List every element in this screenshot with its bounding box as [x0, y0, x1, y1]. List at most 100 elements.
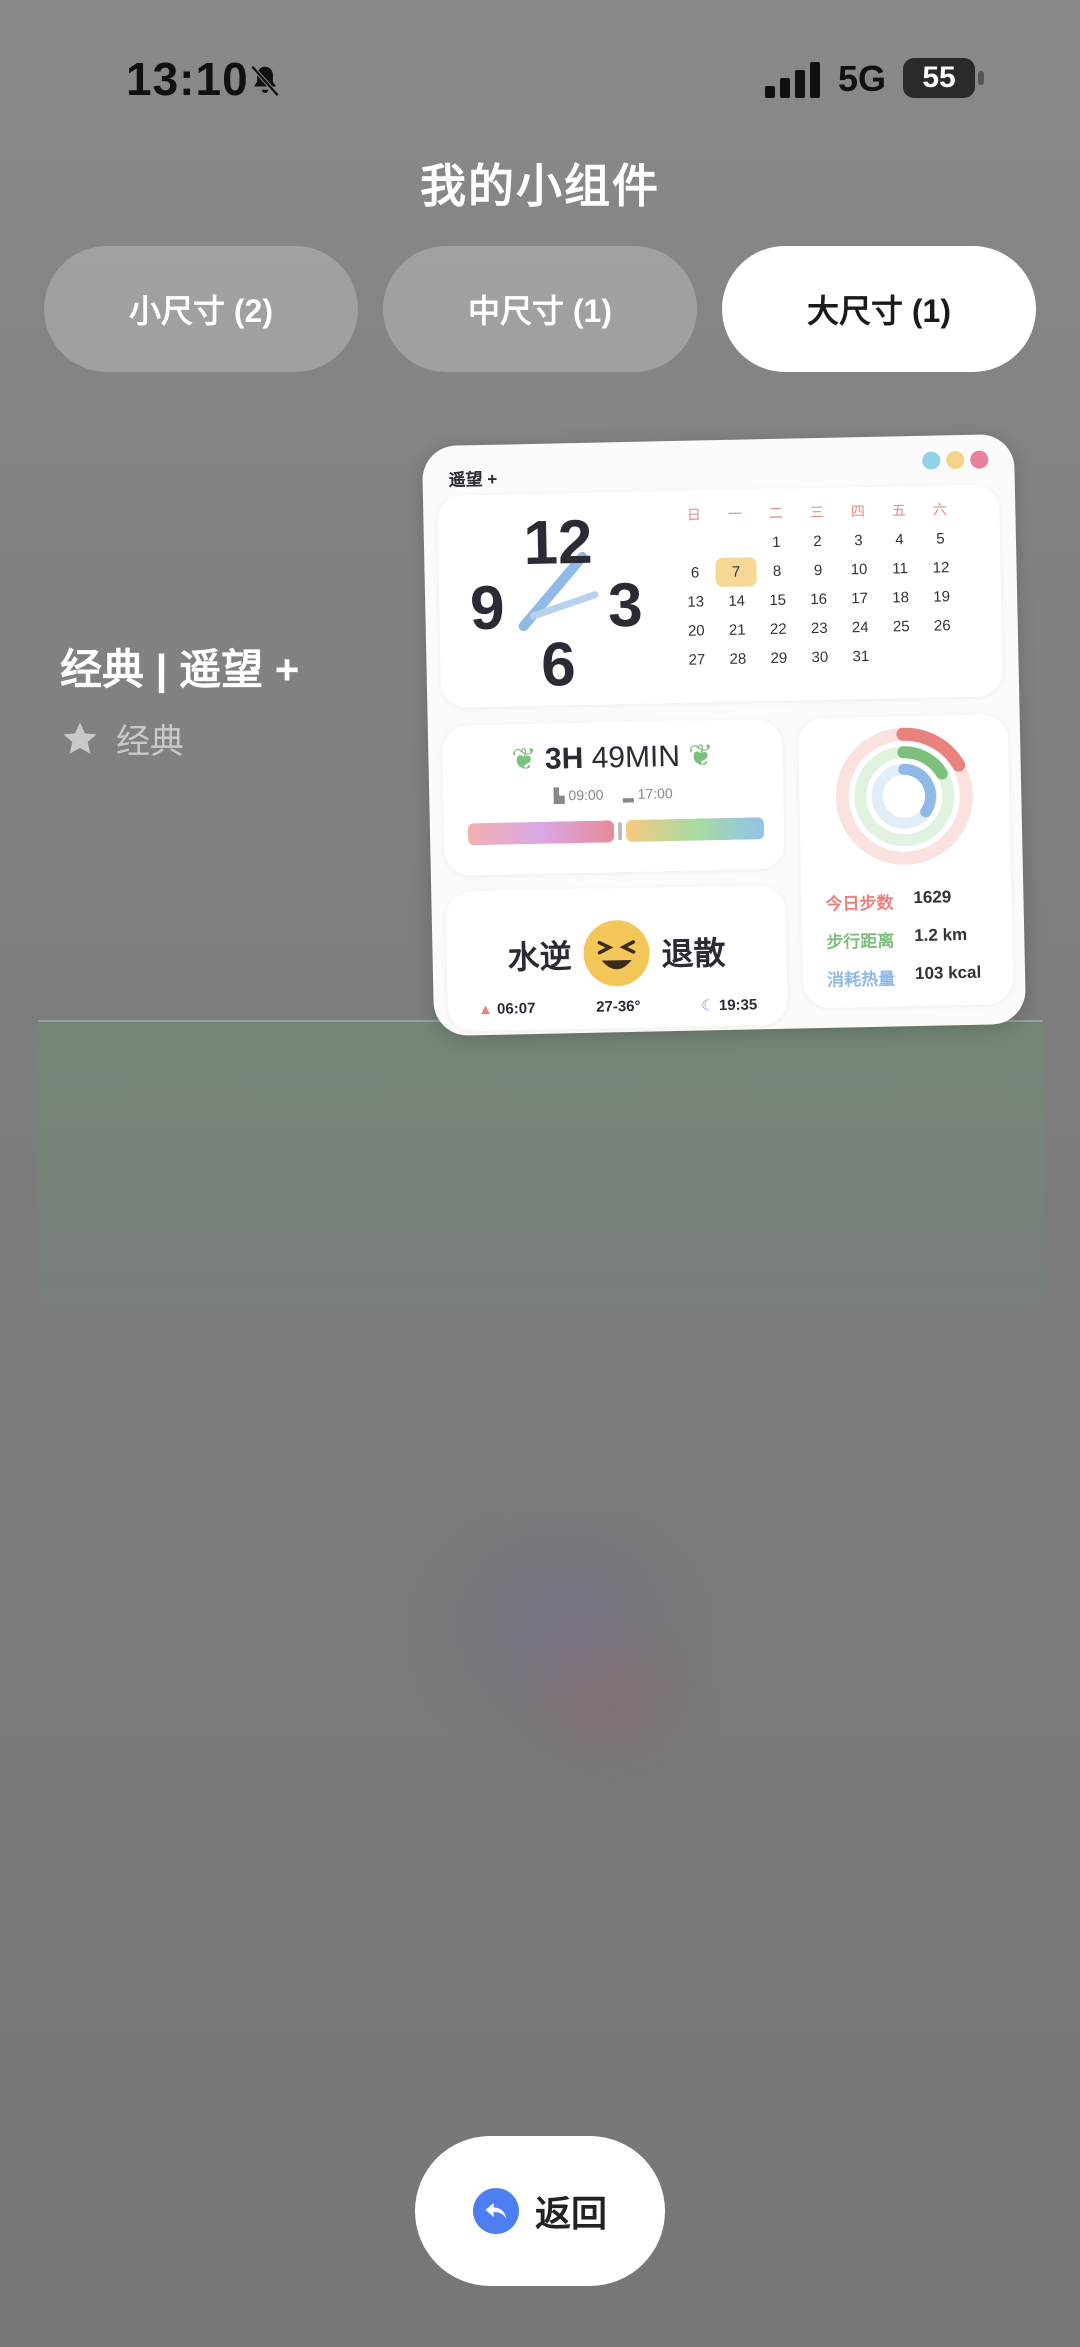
duration-value: ❦ 3H 49MIN ❦	[442, 737, 783, 779]
battery-level: 55	[922, 61, 956, 94]
duration-progress-bar	[467, 817, 765, 846]
calendar-day: 21	[728, 621, 746, 639]
stat-calories-value: 103 kcal	[914, 962, 982, 984]
calendar-day: 28	[729, 650, 747, 668]
dot-pink	[970, 450, 989, 469]
back-button[interactable]: 返回	[415, 2136, 665, 2286]
calendar: 日一二三四五六 1 2 3 4 5 6 7 8 9 10 11 12 13 14 15 16 17 18 19 20 2…	[673, 494, 1002, 675]
tab-medium[interactable]: 中尺寸 (1)	[383, 246, 697, 372]
calendar-weekday: 六	[932, 501, 947, 518]
calendar-day: 27	[688, 651, 706, 669]
calendar-days: 1 2 3 4 5 6 7 8 9 10 11 12 13 14 15 16 17 18 19 20 21 22 23 24 2…	[674, 523, 1002, 675]
calendar-day: 14	[728, 592, 746, 610]
calendar-day: 12	[932, 559, 950, 577]
calendar-day: 19	[933, 588, 951, 606]
sunrise-icon: ▲	[477, 1000, 494, 1019]
sun-times: ▲ 06:07 27-36° ☾ 19:35	[448, 995, 788, 1020]
calendar-day: 23	[810, 619, 828, 638]
calendar-day: 4	[895, 531, 904, 549]
calendar-day: 22	[769, 620, 787, 639]
calendar-weekday: 五	[891, 502, 906, 519]
calendar-day: 5	[936, 530, 945, 548]
calendar-day: 17	[851, 589, 869, 608]
tab-small[interactable]: 小尺寸 (2)	[44, 246, 358, 372]
sunrise-time: 06:07	[496, 1000, 536, 1018]
moon-icon: ☾	[701, 997, 715, 1015]
building-icon: ▙	[553, 787, 565, 804]
mood-panel: 水逆 退散 ▲ 06:07 27-36° ☾ 19:35	[445, 884, 789, 1032]
calendar-day: 15	[769, 591, 787, 610]
calendar-weekday: 四	[850, 503, 866, 520]
clock-digit-3: 3	[607, 571, 643, 641]
battery-tip	[978, 71, 984, 85]
calendar-day: 25	[892, 618, 910, 636]
calendar-day: 7	[715, 557, 757, 588]
clock-digit-12: 12	[523, 508, 593, 578]
calendar-day: 29	[770, 649, 788, 668]
calendar-day: 16	[810, 590, 828, 609]
calendar-day: 20	[687, 622, 705, 640]
widget-category: 经典	[60, 714, 184, 763]
calendar-day	[715, 528, 757, 558]
calendar-day: 31	[852, 647, 870, 666]
sunrise: ▲ 06:07	[478, 1000, 536, 1019]
calendar-weekday: 二	[768, 504, 784, 522]
laughing-face-icon	[583, 920, 650, 987]
calendar-day	[922, 640, 964, 670]
clock-digit-6: 6	[541, 630, 577, 698]
calendar-day: 26	[933, 617, 951, 635]
network-label: 5G	[838, 58, 887, 99]
sunset-time: 19:35	[718, 996, 758, 1015]
laurel-left-icon: ❦	[511, 742, 537, 777]
bell-muted-icon	[250, 65, 280, 97]
stat-steps-label: 今日步数	[825, 893, 894, 914]
calendar-day: 9	[813, 561, 823, 580]
sofa-icon: ▂	[622, 785, 634, 803]
widget-shelf	[38, 1020, 1043, 1402]
calendar-day: 24	[851, 618, 869, 637]
mood-right-text: 退散	[661, 935, 726, 973]
calendar-day	[674, 529, 716, 559]
battery-icon: 55	[903, 58, 975, 98]
stat-distance: 步行距离 1.2 km	[826, 925, 967, 953]
duration-hours: 3H	[544, 741, 584, 776]
sunset: ☾ 19:35	[701, 995, 757, 1014]
calendar-weekday: 一	[727, 505, 743, 522]
activity-panel: 今日步数 1629 步行距离 1.2 km 消耗热量 103 kcal	[797, 714, 1014, 1009]
stat-distance-value: 1.2 km	[914, 924, 968, 946]
stat-calories: 消耗热量 103 kcal	[827, 963, 982, 991]
widget-card-title: 遥望 +	[448, 469, 498, 490]
tab-large[interactable]: 大尺寸 (1)	[722, 246, 1036, 372]
calendar-day: 11	[892, 560, 909, 578]
signal-icon	[765, 62, 820, 98]
calendar-day: 8	[772, 562, 782, 580]
window-dots	[922, 450, 989, 470]
back-button-label: 返回	[534, 2193, 607, 2234]
calendar-day: 10	[850, 560, 868, 579]
stat-distance-label: 步行距离	[826, 931, 895, 952]
status-time: 13:10	[126, 53, 249, 105]
clock-face: 12 9 3 6	[469, 508, 643, 698]
widget-name: 经典 | 遥望 +	[60, 646, 300, 693]
back-arrow-icon	[472, 2188, 519, 2234]
duration-panel: ❦ 3H 49MIN ❦ ▙ 09:00 ▂ 17:00	[441, 718, 785, 876]
mood-left-text: 水逆	[507, 938, 572, 976]
calendar-day: 6	[690, 564, 700, 582]
calendar-day: 18	[892, 589, 910, 607]
calendar-day: 13	[687, 593, 705, 611]
duration-minutes: 49MIN	[591, 739, 681, 775]
calendar-day	[881, 641, 923, 671]
duration-end: 17:00	[637, 785, 673, 802]
calendar-day: 30	[811, 648, 829, 667]
stat-calories-label: 消耗热量	[826, 969, 896, 990]
star-icon	[63, 721, 97, 754]
activity-rings	[835, 727, 973, 865]
calendar-day: 3	[854, 532, 863, 550]
widget-preview-card[interactable]: 遥望 + 12 9 3 6 日一二三四五六 1 2 3 4 5 6 7 8 9 10 11 12 13 1…	[421, 433, 1027, 1037]
dot-yellow	[946, 450, 965, 470]
calendar-weekday: 三	[809, 503, 825, 521]
temperature-range: 27-36°	[595, 997, 641, 1016]
clock-digit-9: 9	[469, 574, 505, 644]
laurel-right-icon: ❦	[687, 739, 714, 773]
stat-steps-value: 1629	[913, 887, 952, 908]
